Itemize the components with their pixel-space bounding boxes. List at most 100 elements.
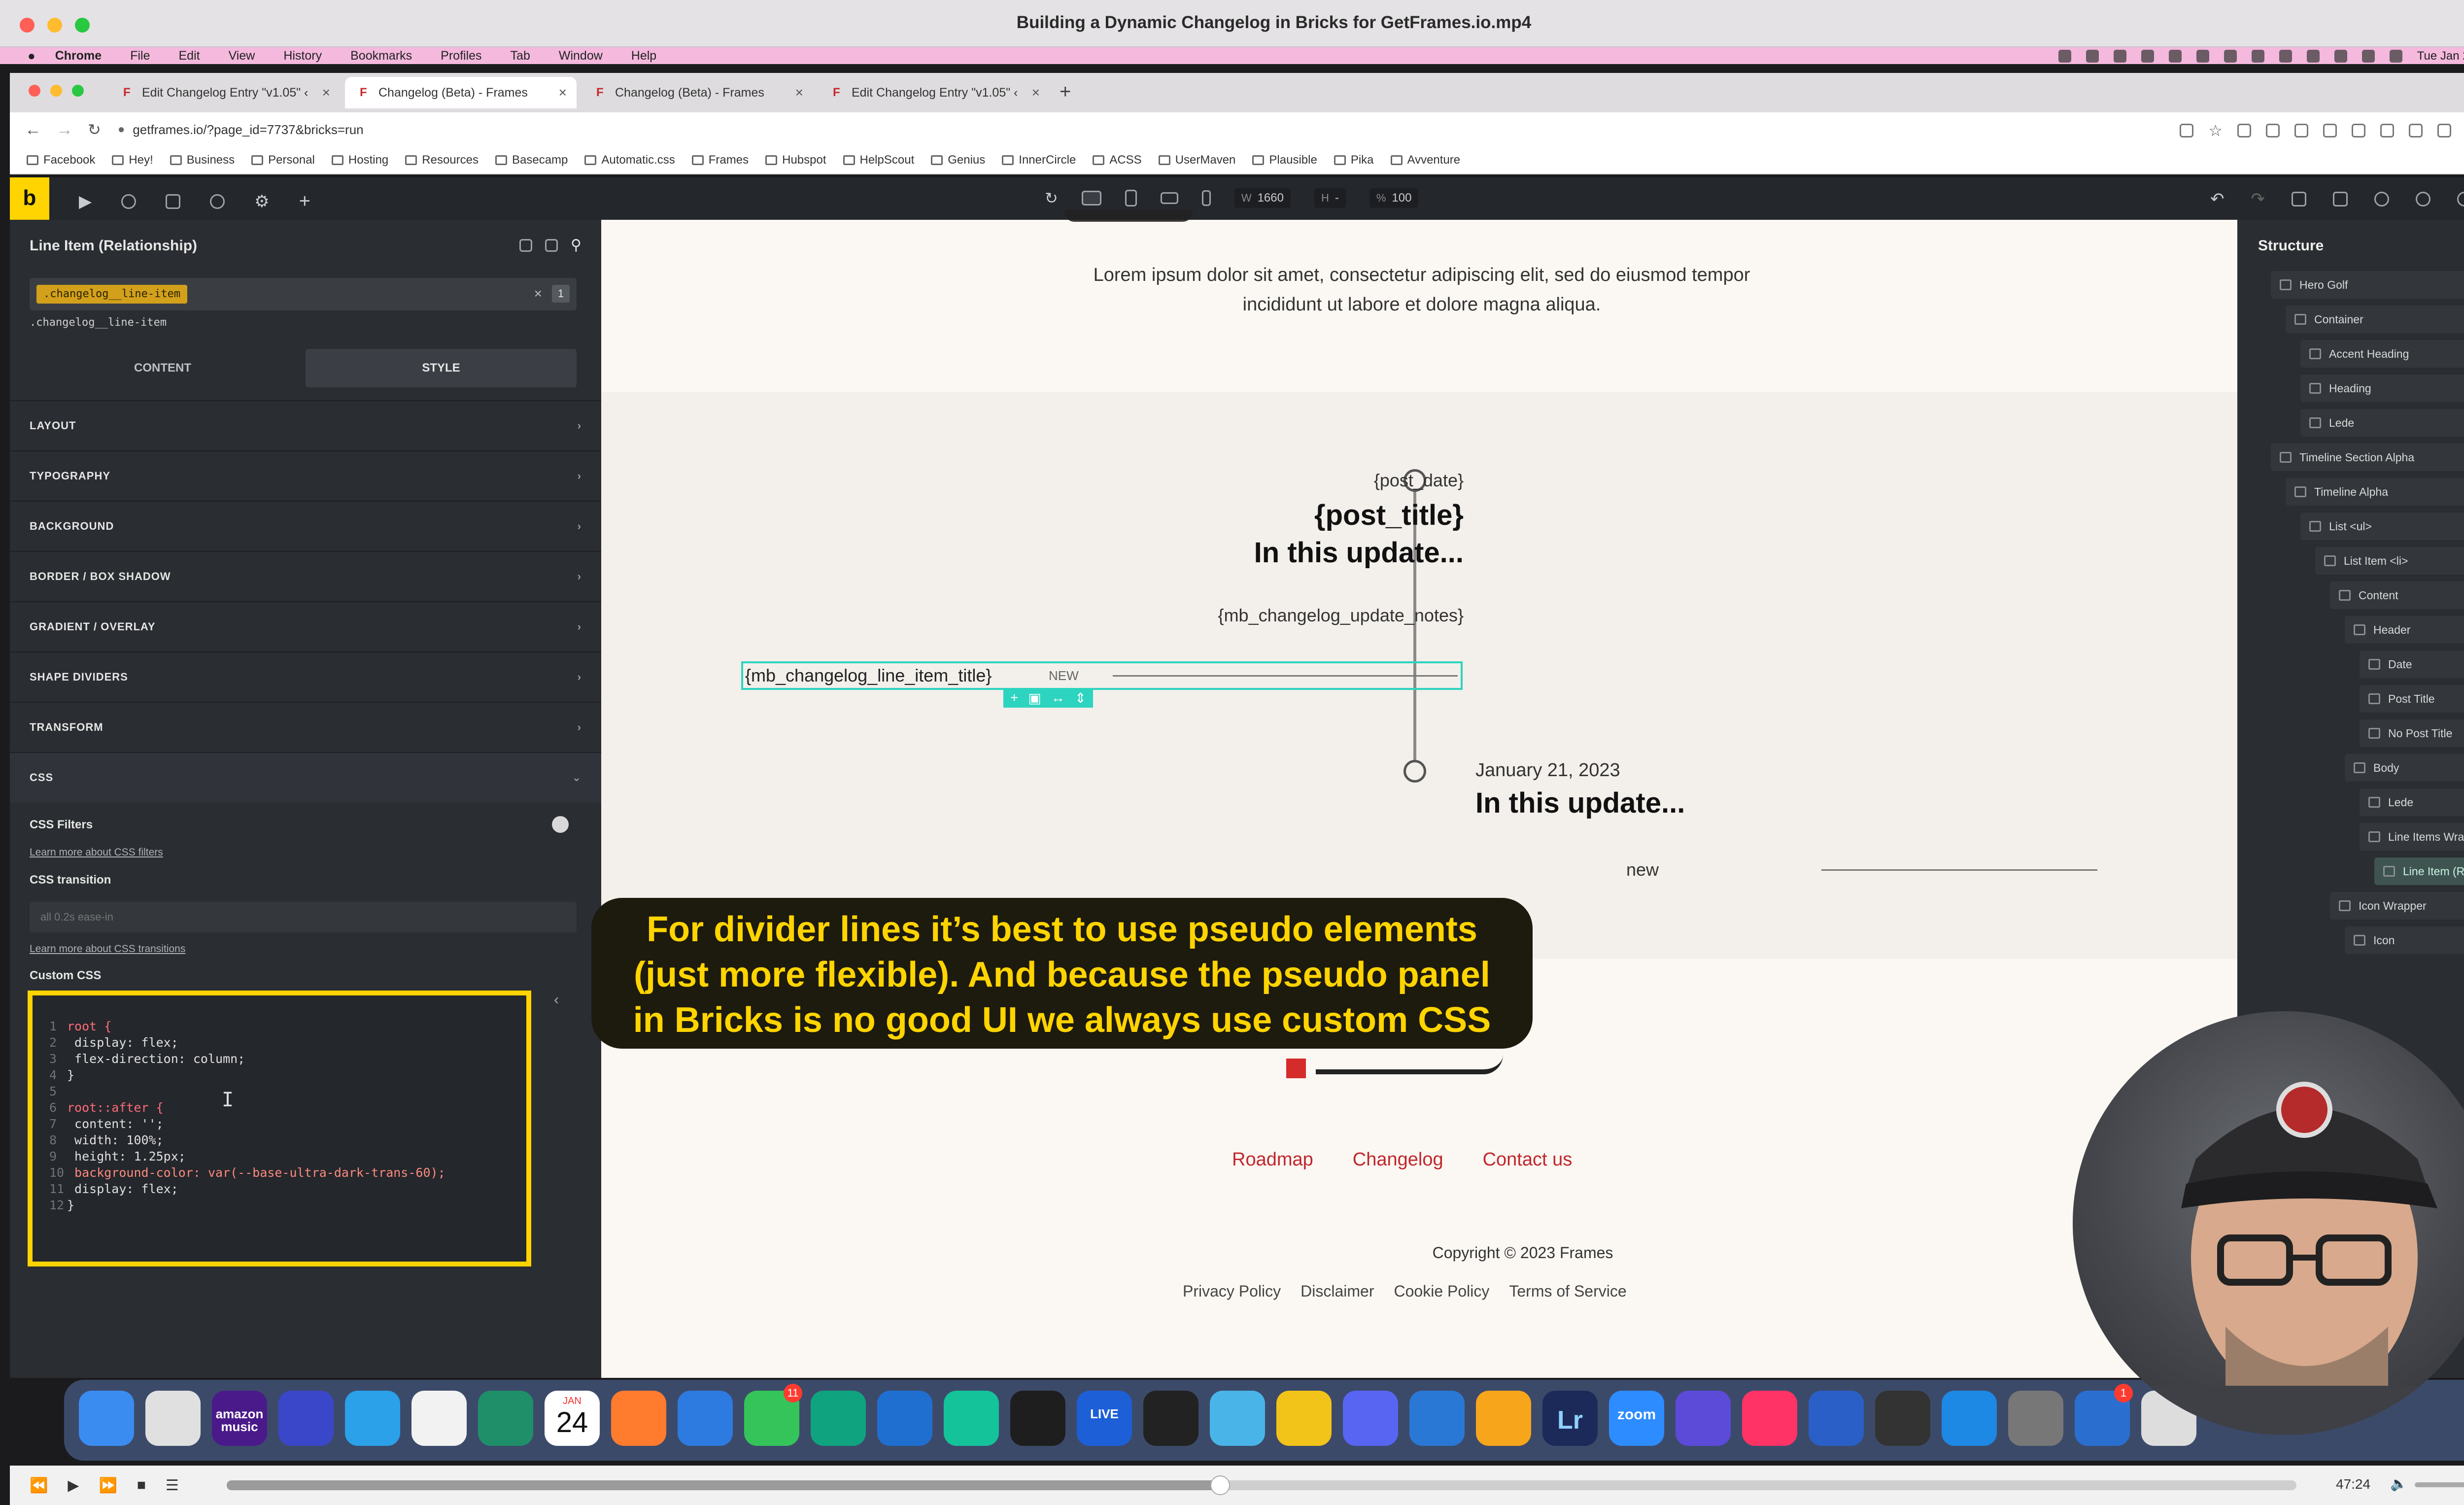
menu-help[interactable]: Help (631, 49, 656, 63)
add-icon[interactable]: + (1010, 690, 1018, 706)
footer-link-changelog[interactable]: Changelog (1353, 1149, 1443, 1170)
terms-link[interactable]: Terms of Service (1509, 1282, 1626, 1300)
bookmark-item[interactable]: InnerCircle (1002, 153, 1076, 167)
class-chip[interactable]: .changelog__line-item (36, 285, 188, 304)
bookmark-item[interactable]: Business (170, 153, 235, 167)
launchpad-icon[interactable] (145, 1391, 201, 1446)
chrome-icon[interactable] (411, 1391, 467, 1446)
bookmark-item[interactable]: Hubspot (765, 153, 826, 167)
bookmark-item[interactable]: Facebook (27, 153, 95, 167)
bookmark-item[interactable]: Resources (405, 153, 479, 167)
structure-node[interactable]: Container (2286, 306, 2464, 333)
structure-node[interactable]: No Post Title (2360, 719, 2464, 747)
tray-app-icon[interactable] (2141, 50, 2154, 63)
firefox-icon[interactable] (611, 1391, 666, 1446)
footer-link-roadmap[interactable]: Roadmap (1232, 1149, 1313, 1170)
structure-node[interactable]: Line Items Wrapp (2360, 823, 2464, 851)
dynamic-data-icon[interactable] (552, 816, 569, 833)
bricks-logo[interactable]: b (10, 177, 49, 220)
structure-node[interactable]: Post Title (2360, 685, 2464, 713)
canvas-height-field[interactable]: H - (1314, 188, 1346, 208)
discord-icon[interactable] (1343, 1391, 1398, 1446)
bookmark-item[interactable]: Genius (931, 153, 985, 167)
bookmark-item[interactable]: Frames (691, 153, 749, 167)
tray-app-icon[interactable] (2196, 50, 2209, 63)
tab-style[interactable]: STYLE (306, 349, 577, 387)
css-transitions-link[interactable]: Learn more about CSS transitions (30, 943, 185, 955)
playlist-icon[interactable]: ☰ (166, 1477, 179, 1494)
update-heading[interactable]: In this update... (1254, 536, 1464, 569)
seek-bar[interactable] (227, 1475, 2296, 1495)
bookmark-item[interactable]: UserMaven (1158, 153, 1235, 167)
search-icon[interactable]: ⚲ (571, 237, 582, 254)
bookmark-item[interactable]: Automatic.css (584, 153, 675, 167)
vscode-icon[interactable] (877, 1391, 932, 1446)
collapse-editor-icon[interactable]: ‹ (554, 992, 559, 1008)
menu-window[interactable]: Window (559, 49, 603, 63)
structure-node[interactable]: Date (2360, 650, 2464, 678)
wordpress-icon[interactable] (2416, 192, 2430, 206)
finder-icon[interactable] (79, 1391, 134, 1446)
section-typography[interactable]: TYPOGRAPHY › (10, 450, 601, 501)
close-tab-icon[interactable]: × (322, 85, 330, 101)
forward-icon[interactable]: → (56, 120, 73, 139)
structure-node[interactable]: Timeline Section Alpha (2271, 444, 2464, 471)
structure-node[interactable]: Icon Wrapper (2330, 892, 2464, 920)
tray-app-icon[interactable] (2279, 50, 2292, 63)
settings-icon[interactable] (2008, 1391, 2063, 1446)
section-layout[interactable]: LAYOUT › (10, 400, 601, 450)
hero-lede[interactable]: Lorem ipsum dolor sit amet, consectetur … (1064, 260, 1779, 319)
bookmark-item[interactable]: Avventure (1390, 153, 1460, 167)
apple-icon[interactable]: ● (28, 48, 35, 64)
figma-icon[interactable] (1010, 1391, 1065, 1446)
section-transform[interactable]: TRANSFORM › (10, 702, 601, 752)
structure-node[interactable]: List <ul> (2300, 513, 2464, 540)
add-element-icon[interactable]: + (299, 190, 310, 212)
css-transition-input[interactable] (30, 902, 577, 932)
bookmark-item[interactable]: ACSS (1093, 153, 1142, 167)
redo-icon[interactable]: ↷ (2251, 189, 2265, 209)
move-icon[interactable]: ↔ (1051, 690, 1065, 706)
section-border[interactable]: BORDER / BOX SHADOW › (10, 551, 601, 601)
play-icon[interactable]: ▶ (68, 1477, 79, 1494)
disclaimer-link[interactable]: Disclaimer (1300, 1282, 1374, 1300)
pages-icon[interactable] (166, 194, 181, 209)
section-shape-dividers[interactable]: SHAPE DIVIDERS › (10, 651, 601, 702)
remove-class-icon[interactable]: × (534, 286, 542, 302)
grammarly-icon[interactable] (944, 1391, 999, 1446)
garage-icon[interactable] (1276, 1391, 1332, 1446)
structure-icon[interactable] (2292, 192, 2306, 206)
browser-minimize-icon[interactable] (50, 85, 62, 97)
puzzle-icon[interactable] (2409, 124, 2423, 137)
builder-canvas[interactable]: Lorem ipsum dolor sit amet, consectetur … (601, 210, 2237, 1378)
tray-app-icon[interactable] (2086, 50, 2099, 63)
tab-changelog-active[interactable]: F Changelog (Beta) - Frames × (345, 77, 577, 108)
close-tab-icon[interactable]: × (1032, 85, 1040, 101)
url-field[interactable]: getframes.io/?page_id=7737&bricks=run (133, 122, 363, 137)
privacy-link[interactable]: Privacy Policy (1183, 1282, 1281, 1300)
bookmark-item[interactable]: Pika (1334, 153, 1374, 167)
help-icon[interactable] (121, 194, 137, 209)
lock-icon[interactable] (545, 239, 558, 252)
menu-bookmarks[interactable]: Bookmarks (350, 49, 412, 63)
mobile-icon[interactable] (1201, 190, 1211, 206)
new-tab-icon[interactable]: + (1060, 81, 1071, 103)
menu-profiles[interactable]: Profiles (441, 49, 481, 63)
post-date[interactable]: {post_date} (1374, 470, 1464, 491)
extension-icon[interactable] (2380, 124, 2394, 137)
wifi-icon[interactable] (2334, 50, 2347, 63)
app-store-icon[interactable] (1942, 1391, 1997, 1446)
stop-icon[interactable]: ■ (137, 1477, 146, 1494)
class-manager-icon[interactable] (519, 239, 533, 252)
footer-link-contact[interactable]: Contact us (1483, 1149, 1573, 1170)
tab-changelog-2[interactable]: F Changelog (Beta) - Frames × (582, 77, 813, 108)
line-item-selected[interactable]: {mb_changelog_line_item_title} NEW + ▣ ↔… (741, 661, 1463, 708)
menu-history[interactable]: History (283, 49, 322, 63)
tablet-portrait-icon[interactable] (1125, 190, 1137, 206)
cookie-link[interactable]: Cookie Policy (1394, 1282, 1490, 1300)
scissors-icon[interactable] (1210, 1391, 1265, 1446)
fast-forward-icon[interactable]: ⏩ (99, 1477, 117, 1494)
history-icon[interactable] (210, 194, 225, 209)
bookmark-item[interactable]: HelpScout (843, 153, 914, 167)
section-background[interactable]: BACKGROUND › (10, 501, 601, 551)
